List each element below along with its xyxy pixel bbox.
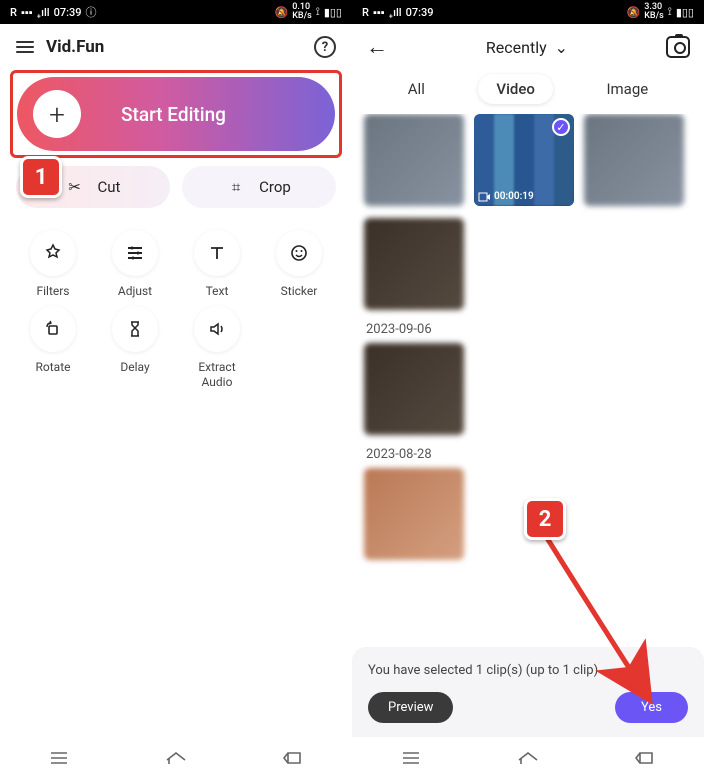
text-icon [194,230,240,276]
battery-icon: ▮▯▯ [676,6,694,19]
tool-sticker[interactable]: Sticker [258,230,340,298]
camera-icon[interactable] [666,36,690,58]
nav-home-icon[interactable] [517,747,539,769]
video-thumb[interactable] [584,114,684,206]
phone-left: R ▪▪▪ ₊ıll 07:39 ⓘ 🔕 0.10KB/s ⟟ ▮▯▯ Vid.… [0,0,352,779]
extract-audio-label: Extract Audio [198,360,235,389]
start-editing-button[interactable]: + Start Editing [17,77,335,151]
mute-icon: 🔕 [627,6,641,19]
tool-filters[interactable]: Filters [12,230,94,298]
tab-video[interactable]: Video [478,74,553,104]
picker-header: ← Recently ⌄ [352,24,704,70]
nav-bar-right [352,737,704,779]
preview-button[interactable]: Preview [368,692,453,723]
data-rate: 3.30KB/s [644,3,664,21]
video-thumb[interactable] [364,218,464,310]
carrier-label: R [362,6,369,19]
selection-sheet: You have selected 1 clip(s) (up to 1 cli… [352,647,704,737]
yes-button[interactable]: Yes [615,692,688,723]
back-arrow-icon[interactable]: ← [366,34,388,60]
tab-image[interactable]: Image [588,74,666,104]
wifi-icon: ⟟ [668,5,672,19]
signal-icon-2: ₊ıll [37,6,50,19]
date-header: 2023-09-06 [366,322,692,337]
video-thumb-selected[interactable]: ✓ 00:00:19 [474,114,574,206]
clock: 07:39 [406,6,434,19]
video-thumb[interactable] [364,468,464,560]
tool-adjust[interactable]: Adjust [94,230,176,298]
crop-button[interactable]: ⌗ Crop [182,166,336,208]
help-icon[interactable]: ? [314,36,336,58]
signal-icon-2: ₊ıll [389,6,402,19]
video-thumb[interactable] [364,343,464,435]
cut-label: Cut [98,178,121,196]
date-header: 2023-08-28 [366,447,692,462]
check-icon: ✓ [552,118,570,136]
app-title: Vid.Fun [46,37,302,57]
phone-right: R ▪▪▪ ₊ıll 07:39 🔕 3.30KB/s ⟟ ▮▯▯ ← Rece… [352,0,704,779]
tool-rotate[interactable]: Rotate [12,306,94,389]
nav-back-icon[interactable] [282,747,304,769]
tab-all[interactable]: All [390,74,443,104]
status-bar: R ▪▪▪ ₊ıll 07:39 ⓘ 🔕 0.10KB/s ⟟ ▮▯▯ [0,0,352,24]
status-bar-right: R ▪▪▪ ₊ıll 07:39 🔕 3.30KB/s ⟟ ▮▯▯ [352,0,704,24]
delay-icon [112,306,158,352]
tool-text[interactable]: Text [176,230,258,298]
video-duration: 00:00:19 [478,191,570,202]
scissors-icon: ✂ [66,178,84,196]
menu-icon[interactable] [16,41,34,53]
start-editing-label: Start Editing [121,103,226,126]
data-rate: 0.10KB/s [292,3,312,21]
signal-icon: ▪▪▪ [21,6,33,19]
chevron-down-icon: ⌄ [555,38,568,57]
sticker-icon [276,230,322,276]
nav-back-icon[interactable] [634,747,656,769]
signal-icon: ▪▪▪ [373,6,385,19]
nav-home-icon[interactable] [165,747,187,769]
plus-icon: + [33,90,81,138]
nav-recents-icon[interactable] [48,747,70,769]
annotation-badge-2: 2 [524,498,566,540]
selection-text: You have selected 1 clip(s) (up to 1 cli… [368,663,688,678]
start-editing-highlight: + Start Editing [10,70,342,158]
nav-recents-icon[interactable] [400,747,422,769]
media-tabs: All Video Image [352,70,704,114]
clock: 07:39 [54,6,82,19]
mute-icon: 🔕 [275,6,289,19]
adjust-icon [112,230,158,276]
crop-label: Crop [259,178,291,196]
battery-icon: ▮▯▯ [324,6,342,19]
info-icon: ⓘ [85,4,96,20]
album-dropdown[interactable]: Recently ⌄ [398,38,656,57]
filters-icon [30,230,76,276]
wifi-icon: ⟟ [316,5,320,19]
video-thumb[interactable] [364,114,464,206]
tool-grid: Filters Adjust Text Sticker [0,220,352,399]
rotate-icon [30,306,76,352]
annotation-badge-1: 1 [20,156,62,198]
crop-icon: ⌗ [227,178,245,196]
carrier-label: R [10,6,17,19]
audio-icon [194,306,240,352]
tool-delay[interactable]: Delay [94,306,176,389]
app-header: Vid.Fun ? [0,24,352,66]
nav-bar-left [0,737,352,779]
tool-extract-audio[interactable]: Extract Audio [176,306,258,389]
